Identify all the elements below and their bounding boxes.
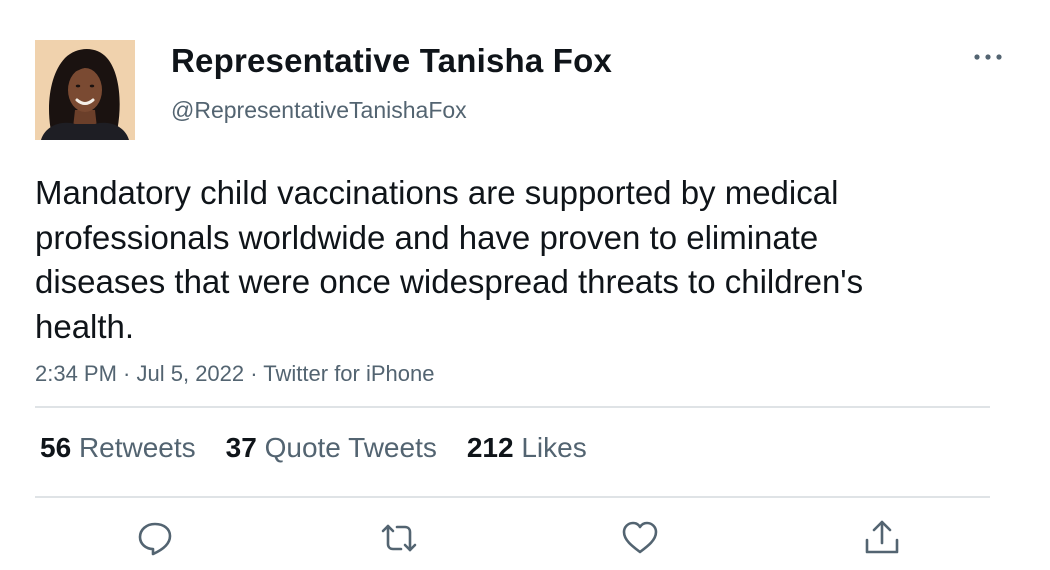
tweet-metadata: 2:34 PM · Jul 5, 2022 · Twitter for iPho…: [35, 361, 434, 387]
retweet-icon[interactable]: [379, 518, 419, 558]
tweet-detail: Representative Tanisha Fox @Representati…: [0, 0, 1050, 570]
quote-tweets-stat[interactable]: 37 Quote Tweets: [226, 432, 437, 464]
retweets-stat[interactable]: 56 Retweets: [40, 432, 196, 464]
tweet-source[interactable]: Twitter for iPhone: [263, 361, 434, 386]
meta-separator: ·: [116, 361, 137, 386]
tweet-time[interactable]: 2:34 PM: [35, 361, 117, 386]
divider: [35, 496, 990, 498]
quote-tweets-label: Quote Tweets: [264, 432, 437, 463]
quote-tweets-count: 37: [225, 432, 257, 463]
likes-label: Likes: [521, 432, 587, 463]
divider: [35, 406, 990, 408]
likes-count: 212: [466, 432, 514, 463]
avatar[interactable]: [35, 40, 135, 140]
like-icon[interactable]: [620, 518, 660, 558]
profile-photo: [35, 40, 135, 140]
tweet-date[interactable]: Jul 5, 2022: [137, 361, 245, 386]
tweet-text: Mandatory child vaccinations are support…: [35, 174, 864, 345]
display-name[interactable]: Representative Tanisha Fox: [171, 42, 612, 80]
engagement-stats: 56 Retweets 37 Quote Tweets 212 Likes: [40, 432, 587, 464]
user-handle[interactable]: @RepresentativeTanishaFox: [171, 97, 467, 124]
more-options-icon[interactable]: [968, 42, 1008, 72]
reply-icon[interactable]: [135, 518, 175, 558]
meta-separator: ·: [244, 361, 264, 386]
likes-stat[interactable]: 212 Likes: [467, 432, 587, 464]
share-icon[interactable]: [862, 518, 902, 558]
retweets-count: 56: [40, 432, 72, 463]
retweets-label: Retweets: [78, 432, 196, 463]
